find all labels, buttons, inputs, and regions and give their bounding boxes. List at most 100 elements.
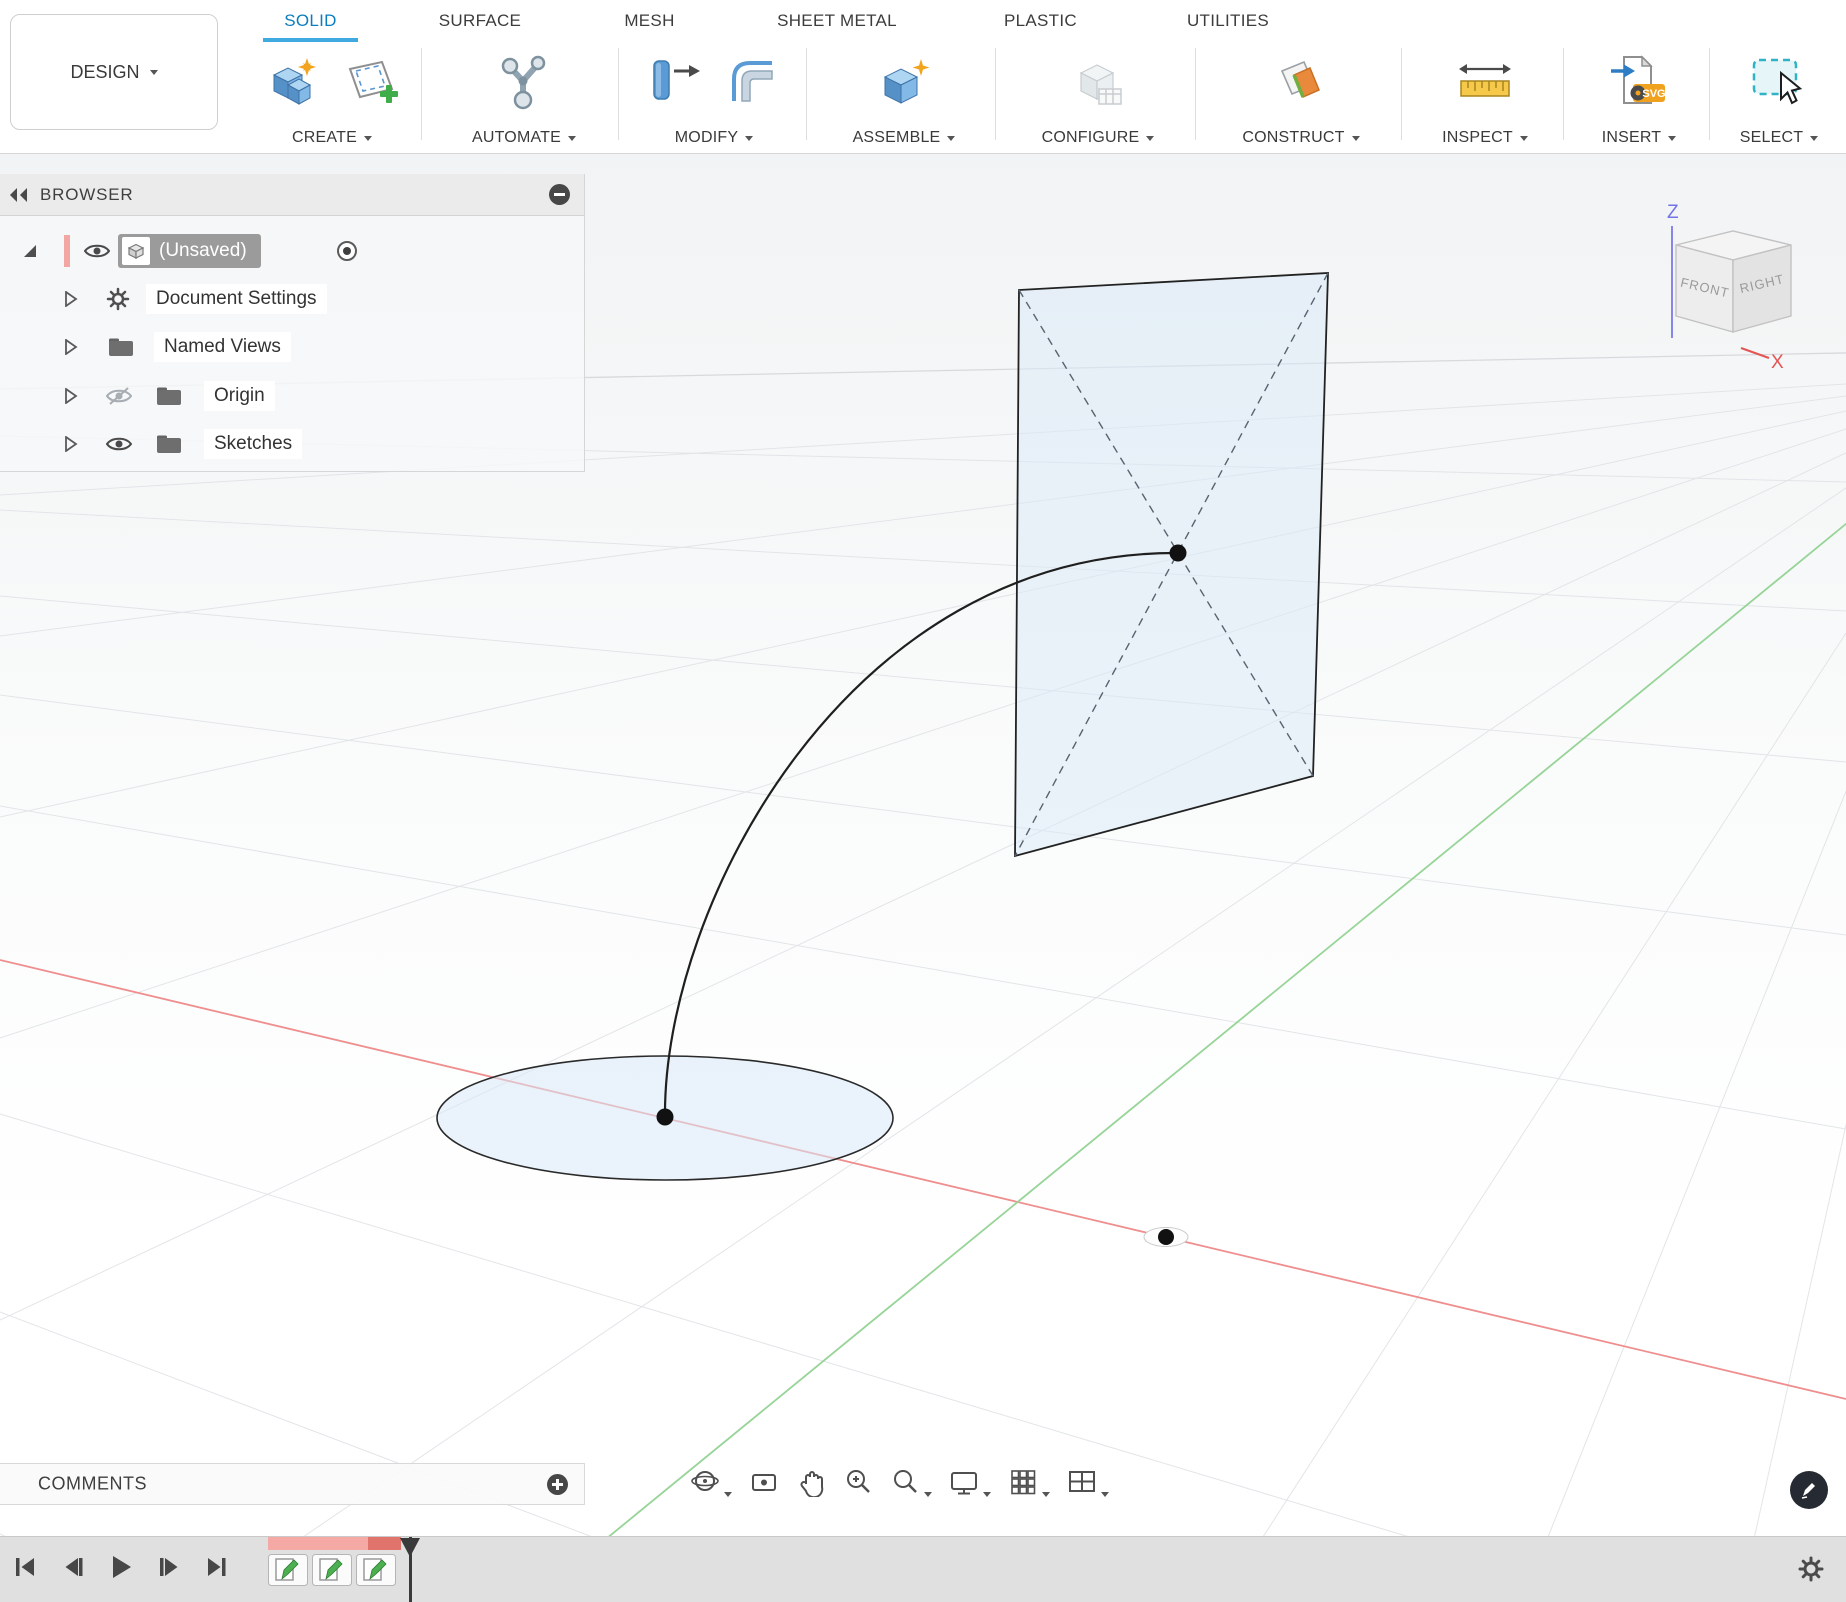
display-settings-button[interactable] — [949, 1467, 991, 1497]
sketches-label[interactable]: Sketches — [204, 429, 302, 459]
construct-plane-icon — [1270, 51, 1332, 113]
select-menu-label: SELECT — [1740, 129, 1803, 147]
timeline-rollback-bar-end[interactable] — [368, 1537, 401, 1550]
insert-svg-icon: SVG — [1608, 51, 1670, 113]
inspect-menu[interactable]: INSPECT — [1442, 126, 1528, 150]
zoom-window-button[interactable] — [890, 1467, 932, 1497]
step-forward-button[interactable] — [157, 1554, 183, 1580]
group-separator — [618, 48, 619, 140]
document-root-node[interactable]: (Unsaved) — [118, 234, 261, 268]
look-at-button[interactable] — [749, 1467, 779, 1497]
measure-button[interactable] — [1453, 48, 1517, 116]
configure-menu[interactable]: CONFIGURE — [1042, 126, 1155, 150]
group-separator — [1195, 48, 1196, 140]
tab-utilities[interactable]: UTILITIES — [1168, 2, 1288, 42]
assistant-button[interactable] — [1790, 1471, 1828, 1509]
tab-solid[interactable]: SOLID — [263, 2, 358, 42]
tab-plastic[interactable]: PLASTIC — [988, 2, 1093, 42]
insert-svg-button[interactable]: SVG — [1607, 48, 1671, 116]
gear-icon — [106, 287, 130, 311]
folder-icon — [156, 434, 182, 454]
create-sketch-button[interactable] — [339, 48, 403, 116]
visibility-eye-off-icon[interactable] — [106, 386, 132, 406]
collapse-panel-icon[interactable] — [8, 186, 30, 204]
document-settings-label[interactable]: Document Settings — [146, 284, 327, 314]
step-back-button[interactable] — [59, 1554, 85, 1580]
view-cube[interactable]: Z FRONT RIGHT X — [1645, 196, 1825, 386]
create-menu-label: CREATE — [292, 129, 357, 147]
select-menu[interactable]: SELECT — [1740, 126, 1818, 150]
insert-menu[interactable]: INSERT — [1602, 126, 1677, 150]
origin-label[interactable]: Origin — [204, 381, 275, 411]
automate-menu[interactable]: AUTOMATE — [472, 126, 576, 150]
create-sketch-icon — [340, 51, 402, 113]
viewcube-x-label: X — [1771, 352, 1784, 373]
chevron-down-icon — [1101, 1492, 1109, 1497]
expand-triangle-icon[interactable] — [64, 291, 78, 307]
viewports-button[interactable] — [1067, 1467, 1109, 1497]
sketch-plane[interactable] — [1015, 273, 1328, 856]
plane-center-point[interactable] — [1170, 545, 1187, 562]
modify-menu-label: MODIFY — [675, 129, 738, 147]
modify-menu[interactable]: MODIFY — [675, 126, 753, 150]
navigation-toolbar — [690, 1462, 1109, 1502]
new-component-icon — [262, 51, 324, 113]
chevron-down-icon — [1146, 136, 1154, 141]
chevron-down-icon — [724, 1492, 732, 1497]
group-insert: SVG INSERT — [1572, 44, 1706, 150]
tab-sheet-metal[interactable]: SHEET METAL — [752, 2, 922, 42]
timeline-feature-sketch2[interactable] — [312, 1554, 352, 1586]
skip-to-end-button[interactable] — [204, 1554, 230, 1580]
browser-item-root: (Unsaved) — [0, 228, 584, 274]
expand-triangle-icon[interactable] — [24, 245, 36, 257]
expand-triangle-icon[interactable] — [64, 436, 78, 452]
timeline-position-marker[interactable] — [398, 1537, 422, 1559]
workspace-switcher-button[interactable]: DESIGN — [10, 14, 218, 130]
named-views-label[interactable]: Named Views — [154, 332, 291, 362]
assemble-menu[interactable]: ASSEMBLE — [853, 126, 956, 150]
selection-marker — [64, 235, 70, 267]
construct-menu[interactable]: CONSTRUCT — [1242, 126, 1359, 150]
press-pull-button[interactable] — [643, 48, 707, 116]
create-menu[interactable]: CREATE — [292, 126, 372, 150]
timeline-settings-gear-icon[interactable] — [1796, 1554, 1826, 1584]
select-button[interactable] — [1747, 48, 1811, 116]
tab-mesh[interactable]: MESH — [612, 2, 687, 42]
group-separator — [421, 48, 422, 140]
grid-snap-button[interactable] — [1008, 1467, 1050, 1497]
zoom-button[interactable] — [843, 1467, 873, 1497]
chevron-down-icon — [924, 1492, 932, 1497]
new-component-button[interactable] — [261, 48, 325, 116]
fillet-icon — [722, 51, 784, 113]
pan-button[interactable] — [796, 1467, 826, 1497]
circle-center-point[interactable] — [657, 1109, 674, 1126]
fillet-button[interactable] — [721, 48, 785, 116]
origin-point[interactable] — [1144, 1228, 1188, 1247]
pencil-scribble-icon — [1799, 1480, 1819, 1500]
look-at-icon — [749, 1467, 779, 1497]
orbit-button[interactable] — [690, 1467, 732, 1497]
assemble-component-button[interactable] — [872, 48, 936, 116]
browser-display-settings-icon[interactable] — [549, 184, 570, 205]
comments-label: COMMENTS — [38, 1474, 147, 1495]
workspace-switcher-label: DESIGN — [70, 62, 139, 83]
expand-triangle-icon[interactable] — [64, 388, 78, 404]
ribbon-toolbar: DESIGN SOLID SURFACE MESH SHEET METAL PL… — [0, 0, 1846, 154]
timeline-feature-sketch1[interactable] — [268, 1554, 308, 1586]
timeline-feature-sketch3[interactable] — [356, 1554, 396, 1586]
visibility-eye-icon[interactable] — [106, 434, 132, 454]
expand-triangle-icon[interactable] — [64, 339, 78, 355]
browser-item-sketches: Sketches — [0, 421, 584, 467]
tab-surface[interactable]: SURFACE — [425, 2, 535, 42]
configure-button[interactable] — [1066, 48, 1130, 116]
play-button[interactable] — [106, 1553, 136, 1581]
construction-plane-button[interactable] — [1269, 48, 1333, 116]
skip-to-start-button[interactable] — [12, 1554, 38, 1580]
visibility-eye-icon[interactable] — [84, 241, 110, 261]
browser-item-document-settings: Document Settings — [0, 276, 584, 322]
automate-button[interactable] — [492, 48, 556, 116]
orbit-icon — [690, 1467, 720, 1497]
add-comment-icon[interactable] — [547, 1474, 568, 1495]
zoom-plus-icon — [843, 1467, 873, 1497]
activate-component-radio[interactable] — [336, 240, 358, 262]
